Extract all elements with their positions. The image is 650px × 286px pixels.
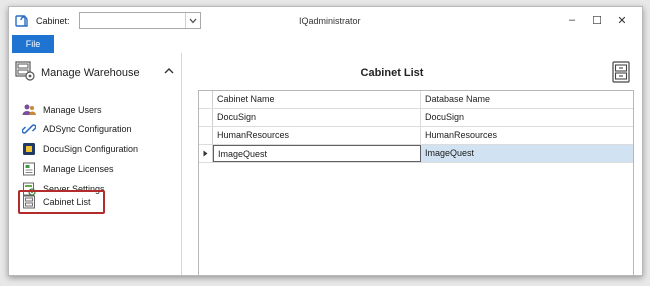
- app-window: Cabinet: IQadministrator – ☐ ✕ File Mana…: [8, 6, 643, 276]
- cabinet-dropdown[interactable]: [79, 12, 201, 29]
- cabinet-name-cell[interactable]: DocuSign: [213, 109, 421, 126]
- cabinet-name-cell[interactable]: ImageQuest: [213, 145, 421, 162]
- row-indicator: [199, 91, 213, 108]
- sidebar-item-manage-users[interactable]: Manage Users: [22, 101, 102, 119]
- sidebar-item-label: ADSync Configuration: [43, 124, 132, 134]
- cabinet-label: Cabinet:: [36, 16, 70, 26]
- sidebar-item-cabinet-list[interactable]: Cabinet List: [22, 193, 91, 211]
- license-icon: [22, 162, 36, 176]
- minimize-button[interactable]: –: [561, 11, 583, 29]
- database-name-cell[interactable]: DocuSign: [421, 109, 633, 126]
- warehouse-icon: [15, 61, 35, 81]
- chevron-down-icon[interactable]: [185, 13, 200, 28]
- sidebar-item-manage-licenses[interactable]: Manage Licenses: [22, 160, 114, 178]
- sidebar-item-label: DocuSign Configuration: [43, 144, 139, 154]
- window-title: IQadministrator: [299, 16, 361, 26]
- table-row[interactable]: DocuSign DocuSign: [199, 109, 633, 127]
- database-name-cell[interactable]: HumanResources: [421, 127, 633, 144]
- row-indicator: [199, 127, 213, 144]
- row-indicator: [199, 145, 213, 162]
- main-panel: Cabinet List Cabinet Name Database Name …: [182, 53, 642, 275]
- sidebar: Manage Warehouse Manage Users ADSync Con…: [9, 53, 182, 275]
- column-header-database-name[interactable]: Database Name: [421, 91, 633, 108]
- chevron-up-icon[interactable]: [163, 65, 175, 77]
- sidebar-item-label: Manage Licenses: [43, 164, 114, 174]
- sidebar-item-adsync-configuration[interactable]: ADSync Configuration: [22, 120, 132, 138]
- cabinet-grid: Cabinet Name Database Name DocuSign Docu…: [198, 90, 634, 275]
- close-button[interactable]: ✕: [611, 11, 633, 29]
- users-icon: [22, 103, 36, 117]
- docusign-icon: [22, 142, 36, 156]
- cabinet-icon: [22, 195, 36, 209]
- current-row-arrow-icon: [203, 150, 208, 157]
- grid-header-row: Cabinet Name Database Name: [199, 91, 633, 109]
- row-indicator: [199, 109, 213, 126]
- column-header-cabinet-name[interactable]: Cabinet Name: [213, 91, 421, 108]
- file-tab[interactable]: File: [12, 35, 54, 53]
- table-row[interactable]: HumanResources HumanResources: [199, 127, 633, 145]
- link-icon: [22, 122, 36, 136]
- database-name-cell[interactable]: ImageQuest: [421, 145, 633, 162]
- sidebar-group-header[interactable]: Manage Warehouse: [15, 60, 175, 85]
- cabinet-icon[interactable]: [612, 61, 630, 83]
- sidebar-header-label: Manage Warehouse: [41, 67, 140, 79]
- page-title: Cabinet List: [360, 67, 424, 79]
- table-row[interactable]: ImageQuest ImageQuest: [199, 145, 633, 163]
- sidebar-item-label: Cabinet List: [43, 197, 91, 207]
- cabinet-name-cell[interactable]: HumanResources: [213, 127, 421, 144]
- title-bar: Cabinet: IQadministrator – ☐ ✕: [9, 7, 642, 35]
- maximize-button[interactable]: ☐: [586, 11, 608, 29]
- sidebar-item-docusign-configuration[interactable]: DocuSign Configuration: [22, 140, 138, 158]
- sidebar-item-label: Manage Users: [43, 105, 102, 115]
- app-logo-icon: [15, 15, 28, 27]
